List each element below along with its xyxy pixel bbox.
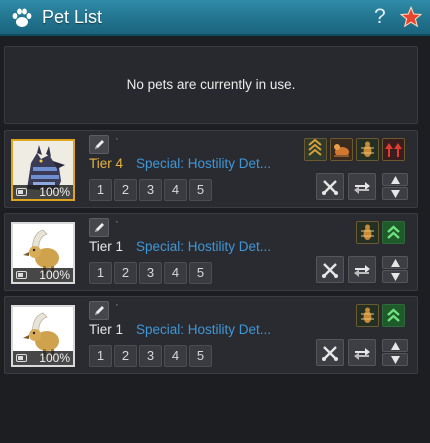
paw-icon bbox=[12, 8, 32, 27]
chevron-down-icon bbox=[391, 190, 400, 198]
gather-buff-icon[interactable] bbox=[330, 138, 353, 161]
green-tier-up-buff-icon[interactable] bbox=[382, 304, 405, 327]
skill-slot-4[interactable]: 4 bbox=[164, 262, 187, 284]
attack-up-buff-icon[interactable] bbox=[382, 138, 405, 161]
exchange-icon bbox=[354, 182, 370, 194]
pet-tier: Tier 1 bbox=[89, 322, 124, 337]
skill-slot-5[interactable]: 5 bbox=[189, 179, 212, 201]
pet-name: · bbox=[115, 299, 119, 311]
skill-slot-2[interactable]: 2 bbox=[114, 262, 137, 284]
pet-portrait[interactable]: 100% bbox=[11, 139, 75, 201]
skill-slot-5[interactable]: 5 bbox=[189, 262, 212, 284]
stamina-icon bbox=[16, 188, 27, 196]
exchange-button[interactable] bbox=[348, 339, 376, 366]
notice-text: No pets are currently in use. bbox=[126, 77, 296, 92]
skill-slot-4[interactable]: 4 bbox=[164, 345, 187, 367]
title-bar[interactable]: Pet List ? bbox=[0, 0, 430, 36]
pet-special-skill[interactable]: Special: Hostility Det... bbox=[136, 156, 271, 171]
move-down-button[interactable] bbox=[382, 187, 408, 200]
skill-slot-1[interactable]: 1 bbox=[89, 345, 112, 367]
pencil-icon bbox=[95, 306, 104, 315]
window-title: Pet List bbox=[42, 7, 103, 27]
pet-row[interactable]: 100% · Tier 1 Special: Hostility Det... … bbox=[4, 296, 418, 374]
exchange-icon bbox=[354, 348, 370, 360]
move-up-button[interactable] bbox=[382, 256, 408, 269]
move-down-button[interactable] bbox=[382, 270, 408, 283]
stamina-value: 100% bbox=[39, 351, 70, 365]
move-down-button[interactable] bbox=[382, 353, 408, 366]
feed-icon bbox=[322, 263, 338, 278]
pet-row[interactable]: 100% · Tier 4 Special: Hostility Det... … bbox=[4, 130, 418, 208]
chevron-up-icon bbox=[391, 342, 400, 350]
skill-slot-2[interactable]: 2 bbox=[114, 345, 137, 367]
exchange-button[interactable] bbox=[348, 256, 376, 283]
move-up-button[interactable] bbox=[382, 173, 408, 186]
bug-buff-icon[interactable] bbox=[356, 221, 379, 244]
star-icon[interactable] bbox=[400, 6, 422, 28]
feed-button[interactable] bbox=[316, 256, 344, 283]
pet-portrait[interactable]: 100% bbox=[11, 305, 75, 367]
pet-portrait[interactable]: 100% bbox=[11, 222, 75, 284]
pet-special-skill[interactable]: Special: Hostility Det... bbox=[136, 322, 271, 337]
exchange-icon bbox=[354, 265, 370, 277]
green-tier-up-buff-icon[interactable] bbox=[382, 221, 405, 244]
feed-button[interactable] bbox=[316, 173, 344, 200]
bug-buff-icon[interactable] bbox=[356, 138, 379, 161]
pencil-icon bbox=[95, 140, 104, 149]
pet-row[interactable]: 100% · Tier 1 Special: Hostility Det... … bbox=[4, 213, 418, 291]
no-pets-notice: No pets are currently in use. bbox=[4, 46, 418, 124]
bug-buff-icon[interactable] bbox=[356, 304, 379, 327]
feed-icon bbox=[322, 180, 338, 195]
rename-button[interactable] bbox=[89, 135, 109, 154]
skill-slot-3[interactable]: 3 bbox=[139, 179, 162, 201]
skill-slot-1[interactable]: 1 bbox=[89, 262, 112, 284]
skill-slot-4[interactable]: 4 bbox=[164, 179, 187, 201]
pet-name: · bbox=[115, 133, 119, 145]
tier-up-buff-icon[interactable] bbox=[304, 138, 327, 161]
stamina-icon bbox=[16, 354, 27, 362]
chevron-up-icon bbox=[391, 176, 400, 184]
stamina-gauge: 100% bbox=[13, 351, 73, 365]
chevron-up-icon bbox=[391, 259, 400, 267]
chevron-down-icon bbox=[391, 273, 400, 281]
rename-button[interactable] bbox=[89, 218, 109, 237]
chevron-down-icon bbox=[391, 356, 400, 364]
pencil-icon bbox=[95, 223, 104, 232]
pet-name: · bbox=[115, 216, 119, 228]
exchange-button[interactable] bbox=[348, 173, 376, 200]
stamina-icon bbox=[16, 271, 27, 279]
skill-slot-2[interactable]: 2 bbox=[114, 179, 137, 201]
rename-button[interactable] bbox=[89, 301, 109, 320]
help-button[interactable]: ? bbox=[374, 5, 386, 29]
stamina-gauge: 100% bbox=[13, 268, 73, 282]
skill-slot-3[interactable]: 3 bbox=[139, 345, 162, 367]
stamina-value: 100% bbox=[39, 185, 70, 199]
pet-tier: Tier 1 bbox=[89, 239, 124, 254]
skill-slot-5[interactable]: 5 bbox=[189, 345, 212, 367]
skill-slot-3[interactable]: 3 bbox=[139, 262, 162, 284]
stamina-gauge: 100% bbox=[13, 185, 73, 199]
skill-slot-1[interactable]: 1 bbox=[89, 179, 112, 201]
feed-icon bbox=[322, 346, 338, 361]
move-up-button[interactable] bbox=[382, 339, 408, 352]
feed-button[interactable] bbox=[316, 339, 344, 366]
pet-tier: Tier 4 bbox=[89, 156, 124, 171]
pet-special-skill[interactable]: Special: Hostility Det... bbox=[136, 239, 271, 254]
stamina-value: 100% bbox=[39, 268, 70, 282]
